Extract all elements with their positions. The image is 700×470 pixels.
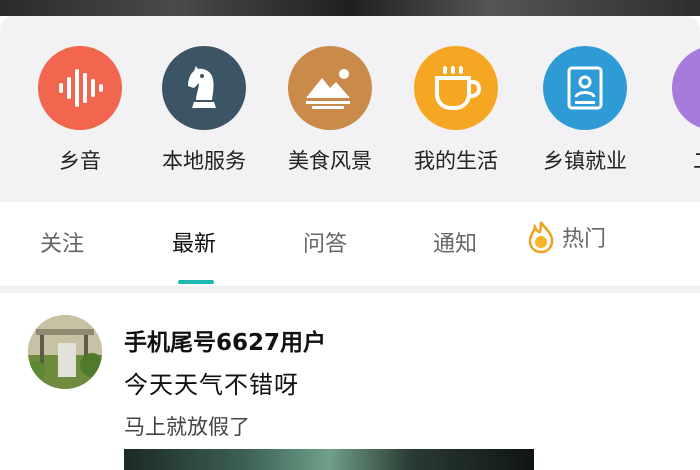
active-tab-indicator bbox=[178, 280, 214, 284]
category-item-my-life[interactable]: 我的生活 bbox=[406, 46, 506, 186]
tab-qa[interactable]: 问答 bbox=[303, 226, 347, 258]
post-card[interactable]: 手机尾号6627用户 今天天气不错呀 马上就放假了 bbox=[0, 293, 700, 470]
post-username[interactable]: 手机尾号6627用户 bbox=[124, 323, 326, 357]
category-label: 我的生活 bbox=[414, 149, 498, 173]
feed-tabs: 关注 最新 问答 通知 热门 bbox=[0, 202, 700, 287]
category-label: 乡镇就业 bbox=[543, 149, 627, 173]
coffee-cup-icon bbox=[414, 46, 498, 130]
tab-notifications[interactable]: 通知 bbox=[433, 226, 477, 258]
category-item-local-service[interactable]: 本地服务 bbox=[154, 46, 254, 186]
tab-latest[interactable]: 最新 bbox=[172, 226, 216, 258]
category-panel: 乡音 本地服务 美食风景 我的生活 乡镇就业 bbox=[0, 16, 700, 202]
category-label: 本地服务 bbox=[162, 149, 246, 173]
post-image[interactable] bbox=[124, 449, 534, 470]
category-item-township-jobs[interactable]: 乡镇就业 bbox=[535, 46, 635, 186]
avatar[interactable] bbox=[28, 315, 102, 389]
tab-hot-label: 热门 bbox=[562, 227, 607, 252]
post-body: 马上就放假了 bbox=[124, 415, 250, 439]
category-item-xiangyin[interactable]: 乡音 bbox=[30, 46, 130, 186]
category-item-food-scenery[interactable]: 美食风景 bbox=[280, 46, 380, 186]
top-banner-image bbox=[0, 0, 700, 16]
id-card-icon bbox=[543, 46, 627, 130]
fire-icon bbox=[528, 221, 554, 254]
tab-hot[interactable]: 热门 bbox=[526, 220, 606, 254]
lock-icon bbox=[672, 46, 700, 130]
category-item-second-hand[interactable]: 二手 bbox=[664, 46, 700, 186]
post-title: 今天天气不错呀 bbox=[124, 371, 299, 399]
category-label: 美食风景 bbox=[288, 149, 372, 173]
chess-knight-icon bbox=[162, 46, 246, 130]
landscape-icon bbox=[288, 46, 372, 130]
category-label: 乡音 bbox=[59, 149, 101, 173]
voice-wave-icon bbox=[38, 46, 122, 130]
category-label: 二手 bbox=[693, 145, 700, 175]
tab-follow[interactable]: 关注 bbox=[40, 226, 84, 258]
